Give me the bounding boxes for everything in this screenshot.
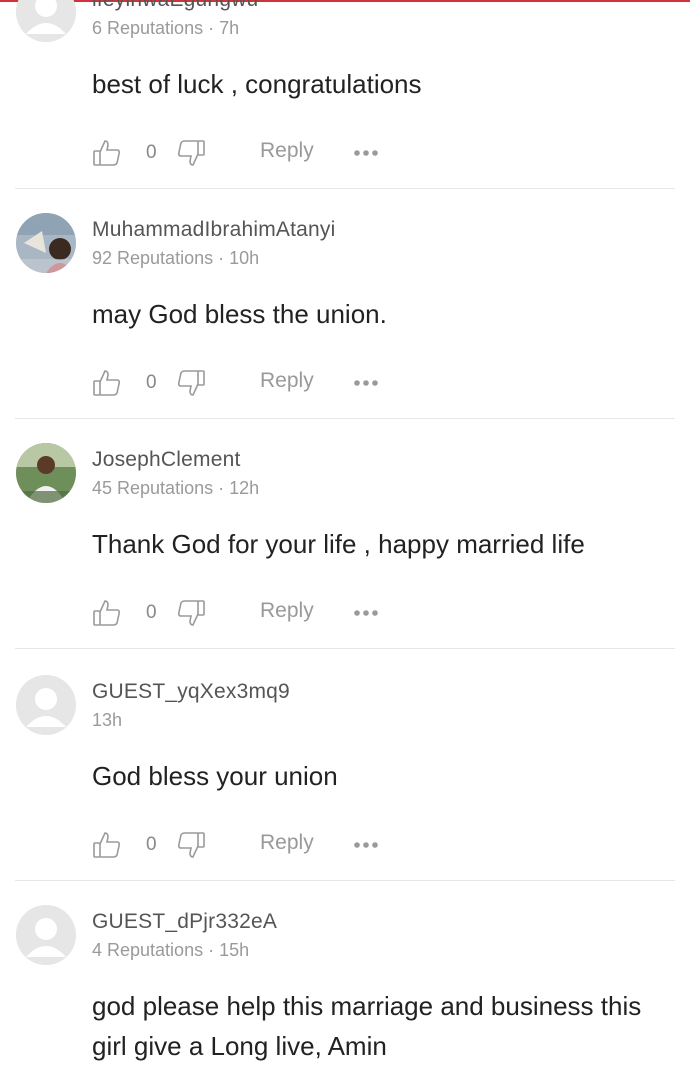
comment-actions: 0 Reply (92, 368, 412, 400)
avatar[interactable] (16, 0, 76, 42)
comment-actions: 0 Reply (92, 598, 412, 630)
like-count: 0 (146, 834, 157, 855)
comment-actions: 0 Reply (92, 138, 412, 170)
more-dots-icon[interactable] (352, 830, 382, 860)
default-avatar-icon (16, 0, 76, 42)
comment-divider (15, 880, 675, 881)
default-avatar-icon (16, 905, 76, 965)
thumbs-up-icon[interactable] (92, 830, 122, 860)
comment-text: best of luck , congratulations (92, 69, 422, 99)
thumbs-down-icon[interactable] (176, 138, 206, 168)
user-photo-icon (16, 443, 76, 503)
comment-meta: 4 Reputations · 15h (92, 940, 250, 960)
comment-meta: 13h (92, 710, 123, 730)
comment-username[interactable]: GUEST_dPjr332eA (92, 910, 277, 934)
comment-actions: 0 Reply (92, 830, 412, 862)
reply-button[interactable]: Reply (260, 831, 314, 855)
thumbs-up-icon[interactable] (92, 598, 122, 628)
more-dots-icon[interactable] (352, 598, 382, 628)
comment-text: Thank God for your life , happy married … (92, 529, 585, 559)
comment-username[interactable]: GUEST_yqXex3mq9 (92, 680, 290, 704)
comment-meta: 6 Reputations · 7h (92, 18, 240, 38)
like-count: 0 (146, 372, 157, 393)
comment-text: god please help this marriage and busine… (92, 991, 642, 1061)
thumbs-down-icon[interactable] (176, 368, 206, 398)
user-photo-icon (16, 213, 76, 273)
reply-button[interactable]: Reply (260, 139, 314, 163)
thumbs-up-icon[interactable] (92, 138, 122, 168)
comment-meta: 92 Reputations · 10h (92, 248, 260, 268)
like-count: 0 (146, 142, 157, 163)
avatar[interactable] (16, 213, 76, 273)
comment-divider (15, 188, 675, 189)
avatar[interactable] (16, 675, 76, 735)
reply-button[interactable]: Reply (260, 599, 314, 623)
comment-text: may God bless the union. (92, 299, 387, 329)
comment-username[interactable]: MuhammadIbrahimAtanyi (92, 218, 335, 242)
avatar[interactable] (16, 905, 76, 965)
thumbs-down-icon[interactable] (176, 830, 206, 860)
default-avatar-icon (16, 675, 76, 735)
avatar[interactable] (16, 443, 76, 503)
like-count: 0 (146, 602, 157, 623)
more-dots-icon[interactable] (352, 138, 382, 168)
comment-meta: 45 Reputations · 12h (92, 478, 260, 498)
thumbs-down-icon[interactable] (176, 598, 206, 628)
reply-button[interactable]: Reply (260, 369, 314, 393)
comment-username[interactable]: JosephClement (92, 448, 241, 472)
comment-divider (15, 418, 675, 419)
more-dots-icon[interactable] (352, 368, 382, 398)
thumbs-up-icon[interactable] (92, 368, 122, 398)
comment-text: God bless your union (92, 761, 338, 791)
comment-divider (15, 648, 675, 649)
comment-username[interactable]: ifeyinwaEgungwu (92, 0, 258, 12)
